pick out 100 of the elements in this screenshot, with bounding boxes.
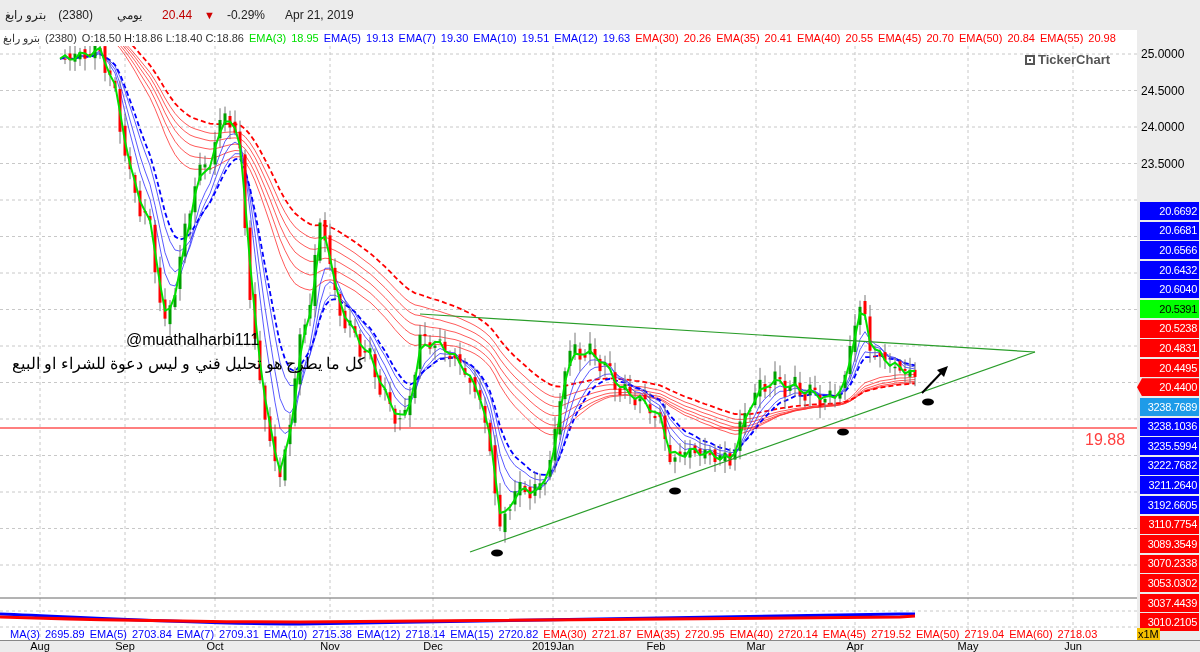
month-label: Feb	[646, 640, 666, 652]
change-percent: -0.29%	[226, 7, 265, 24]
price-label: 3070.2338	[1140, 554, 1199, 573]
ema-value: 19.63	[602, 31, 631, 45]
price-label: 3235.5994	[1140, 437, 1199, 456]
axis-tick-label: 23.5000	[1141, 156, 1185, 171]
ema-value: 19.51	[521, 31, 550, 45]
indicator-value: 2715.38	[312, 627, 352, 640]
ema-value: 20.26	[683, 31, 712, 45]
marker-dot	[669, 487, 681, 495]
ema-value: 20.70	[926, 31, 954, 45]
ema-label: EMA(40)	[797, 31, 841, 45]
axis-tick-label: 24.0000	[1141, 120, 1185, 134]
ema-value: 18.95	[291, 31, 319, 45]
ema-value: 20.41	[764, 31, 793, 45]
axis-tick-label: 24.5000	[1141, 83, 1185, 98]
period-label: يومي	[117, 7, 143, 24]
price-label: 20.6681	[1140, 221, 1199, 240]
ema-label: EMA(3)	[248, 31, 287, 45]
date-label: Apr 21, 2019	[285, 7, 354, 24]
indicator-value: 2719.52	[871, 627, 911, 640]
month-label: Nov	[320, 640, 340, 652]
indicator-value: 2720.14	[778, 627, 818, 640]
indicator-value: 2703.84	[132, 627, 172, 640]
price-label: 20.5238	[1140, 319, 1199, 338]
indicator-label: EMA(7)	[176, 627, 215, 640]
logo-icon	[1025, 54, 1035, 65]
indicator-value: 2695.89	[44, 627, 85, 640]
ema-label: EMA(55)	[1039, 31, 1084, 45]
ema-value: 20.98	[1088, 31, 1116, 45]
logo-text: TickerChart	[1038, 51, 1110, 69]
month-label: Apr	[846, 640, 864, 652]
price-label: 20.6566	[1140, 241, 1199, 260]
indicator-label: EMA(30)	[543, 627, 587, 640]
price-label: 3192.6605	[1140, 495, 1199, 514]
price-label: 20.4495	[1140, 358, 1199, 377]
ema-label: EMA(5)	[323, 31, 361, 45]
last-price: 20.44	[162, 7, 193, 24]
ohlc-values: O:18.50 H:18.86 L:18.40 C:18.86	[81, 31, 244, 45]
indicator-value: 2718.03	[1057, 627, 1098, 640]
month-label: Mar	[746, 640, 766, 652]
price-label: 3053.0302	[1140, 574, 1199, 593]
indicator-value: 2719.04	[964, 627, 1005, 640]
indicator-value: 2720.95	[684, 627, 725, 640]
indicator-label: EMA(40)	[729, 627, 774, 640]
price-label: 3211.2640	[1140, 476, 1199, 495]
ema-label: EMA(12)	[554, 31, 598, 45]
level-value: 19.88	[1085, 430, 1126, 450]
indicator-label: EMA(12)	[357, 627, 401, 640]
marker-dot	[922, 398, 934, 406]
month-label: Aug	[30, 640, 50, 652]
ema-value: 20.84	[1007, 31, 1035, 45]
price-label: 3037.4439	[1140, 593, 1199, 612]
price-label: 20.6432	[1140, 260, 1199, 279]
price-label: 3089.3549	[1140, 535, 1199, 554]
month-label: May	[957, 640, 979, 652]
price-label: 3238.7689	[1140, 397, 1199, 416]
symbol-code: (2380)	[45, 31, 77, 45]
month-label: 2019Jan	[531, 640, 575, 652]
price-label: 20.6692	[1140, 202, 1199, 220]
indicator-label: EMA(50)	[916, 627, 960, 640]
indicator-label: EMA(10)	[263, 627, 308, 640]
ema-value: 19.30	[440, 31, 469, 45]
ema-label: EMA(50)	[959, 31, 1003, 45]
indicator-label: EMA(35)	[636, 627, 680, 640]
indicator-label: EMA(5)	[89, 627, 127, 640]
ema-label: EMA(30)	[635, 31, 679, 45]
price-label: 3110.7754	[1140, 515, 1199, 534]
price-label: 20.4831	[1140, 339, 1199, 358]
ema-label: EMA(45)	[878, 31, 922, 45]
price-label: 3238.1036	[1140, 417, 1199, 436]
ema-label: EMA(10)	[473, 31, 517, 45]
indicator-label: EMA(60)	[1009, 627, 1053, 640]
indicator-value: 2721.87	[591, 627, 632, 640]
symbol-code: (2380)	[58, 7, 94, 24]
indicator-label: EMA(15)	[450, 627, 494, 640]
month-label: Oct	[206, 640, 224, 652]
symbol-name: بترو رابغ	[3, 31, 41, 45]
arrow	[921, 366, 948, 394]
indicator-label: MA(3)	[10, 627, 40, 640]
month-label: Sep	[115, 640, 135, 652]
ema-label: EMA(7)	[398, 31, 436, 45]
marker-dot	[837, 428, 849, 436]
indicator-value: 2709.31	[219, 627, 259, 640]
ema-value: 19.13	[366, 31, 394, 45]
ema-label: EMA(35)	[716, 31, 760, 45]
symbol-name: بترو رابغ	[5, 7, 47, 24]
marker-dot	[491, 549, 503, 557]
indicator-value: 2720.82	[498, 627, 539, 640]
month-label: Jun	[1064, 640, 1082, 652]
price-label: 20.4400	[1137, 378, 1199, 397]
month-label: Dec	[423, 640, 443, 652]
ema-value: 20.55	[845, 31, 874, 45]
indicator-value: 2718.14	[405, 627, 446, 640]
price-label: 3222.7682	[1140, 456, 1199, 475]
down-arrow: ▼	[204, 7, 215, 23]
price-label: 20.6040	[1140, 280, 1199, 299]
axis-tick-label: 25.0000	[1141, 47, 1185, 61]
indicator-label: EMA(45)	[822, 627, 867, 640]
price-label: 20.5391	[1140, 299, 1199, 318]
